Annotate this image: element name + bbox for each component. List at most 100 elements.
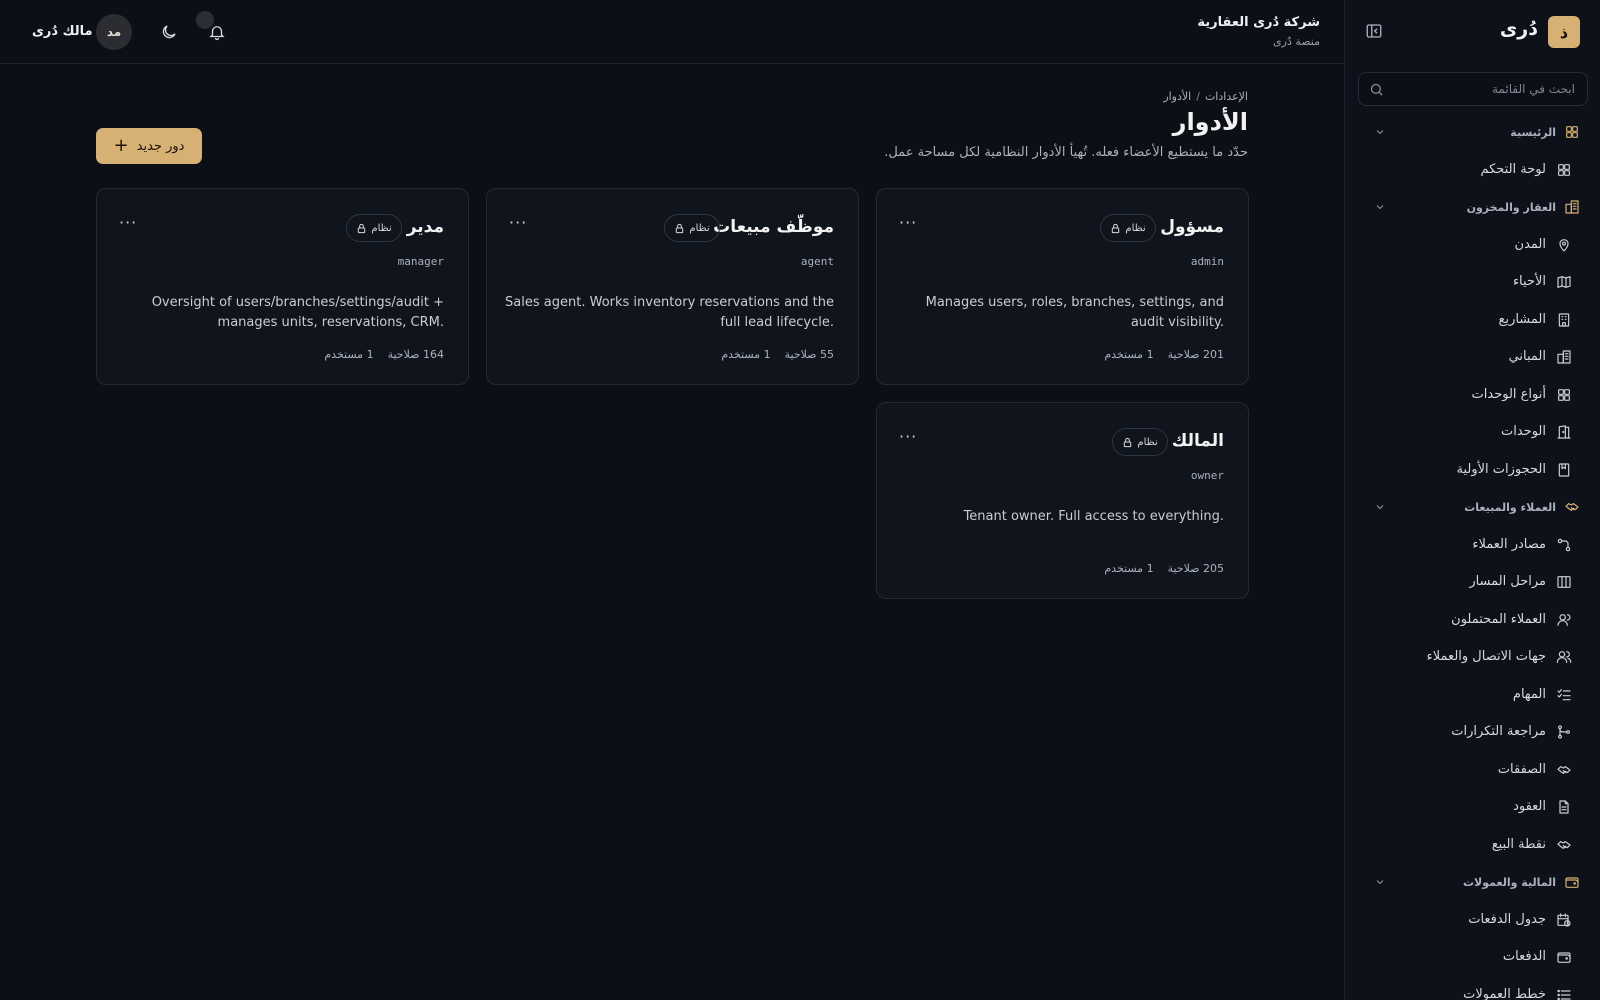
sidebar-item[interactable]: الدفعات (1344, 938, 1600, 976)
sidebar-collapse-icon[interactable] (1365, 22, 1383, 40)
role-permissions-count: 201 صلاحية (1167, 348, 1224, 361)
system-badge: نظام (664, 214, 720, 242)
merge-icon (1556, 724, 1572, 740)
role-users-count: 1 مستخدم (324, 348, 374, 361)
sidebar-section[interactable]: العقار والمخزون (1344, 188, 1600, 226)
theme-toggle-moon-icon[interactable] (160, 23, 178, 41)
sidebar-item[interactable]: العملاء المحتملون (1344, 601, 1600, 639)
wallet-icon (1556, 949, 1572, 965)
sidebar-item[interactable]: جدول الدفعات (1344, 901, 1600, 939)
sidebar-item[interactable]: مراجعة التكرارات (1344, 713, 1600, 751)
more-options-icon[interactable]: ··· (899, 213, 917, 232)
role-permissions-count: 55 صلاحية (784, 348, 834, 361)
search-icon (1369, 82, 1384, 97)
chevron-down-icon[interactable] (1374, 126, 1386, 138)
sidebar-item[interactable]: المدن (1344, 226, 1600, 264)
sidebar-item[interactable]: مراحل المسار (1344, 563, 1600, 601)
sidebar-section-label: العملاء والمبيعات (1464, 501, 1556, 514)
role-slug: agent (800, 255, 834, 268)
role-title: مدير (406, 217, 444, 237)
wallet-icon (1564, 874, 1580, 890)
role-card-agent[interactable]: موظّف مبيعات نظام ··· agent Sales agent.… (486, 188, 859, 385)
sidebar-search-input[interactable]: ابحث في القائمة (1358, 72, 1588, 106)
user-icon (1556, 612, 1572, 628)
page-subtitle: حدّد ما يستطيع الأعضاء فعله. تُهيأ الأدو… (884, 145, 1248, 160)
role-slug: manager (397, 255, 444, 268)
breadcrumb-roles: الأدوار (1163, 90, 1192, 103)
sidebar-item-label: المهام (1512, 686, 1546, 702)
buildings-icon (1564, 199, 1580, 215)
topbar: شركة دُرى العقارية منصة دُرى مالك دُرى م… (0, 0, 1344, 64)
tasks-icon (1556, 687, 1572, 703)
role-card-owner[interactable]: المالك نظام ··· owner Tenant owner. Full… (876, 402, 1249, 599)
calendar-clock-icon (1556, 912, 1572, 928)
chevron-down-icon[interactable] (1374, 201, 1386, 213)
system-badge-label: نظام (1125, 222, 1146, 234)
sidebar-item[interactable]: خطط العمولات (1344, 976, 1600, 1000)
door-icon (1556, 424, 1572, 440)
sidebar-item-label: جهات الاتصال والعملاء (1426, 649, 1546, 664)
sidebar-item[interactable]: الوحدات (1344, 413, 1600, 451)
role-stats: 164 صلاحية 1 مستخدم (310, 348, 444, 361)
sidebar-item-label: لوحة التحكم (1480, 161, 1546, 177)
more-options-icon[interactable]: ··· (899, 427, 917, 446)
sidebar-section[interactable]: الرئيسية (1344, 113, 1600, 151)
sidebar: ذ دُرى ابحث في القائمة الرئيسية لوحة التح… (1344, 0, 1600, 1000)
role-stats: 205 صلاحية 1 مستخدم (1090, 562, 1224, 575)
sidebar-section-label: العقار والمخزون (1466, 201, 1556, 214)
role-slug: owner (1190, 469, 1224, 482)
sidebar-item[interactable]: أنواع الوحدات (1344, 376, 1600, 414)
role-users-count: 1 مستخدم (721, 348, 771, 361)
sidebar-item[interactable]: الحجوزات الأولية (1344, 451, 1600, 489)
sidebar-item[interactable]: نقطة البيع (1344, 826, 1600, 864)
grid-icon (1556, 387, 1572, 403)
breadcrumb-settings[interactable]: الإعدادات (1205, 90, 1248, 103)
role-card-manager[interactable]: مدير نظام ··· manager Oversight of users… (96, 188, 469, 385)
kanban-icon (1556, 574, 1572, 590)
sidebar-item[interactable]: جهات الاتصال والعملاء (1344, 638, 1600, 676)
avatar[interactable]: مد (96, 14, 132, 50)
sidebar-item-label: مراحل المسار (1469, 574, 1546, 589)
sidebar-item[interactable]: الأحياء (1344, 263, 1600, 301)
more-options-icon[interactable]: ··· (119, 213, 137, 232)
sidebar-item-label: خطط العمولات (1463, 986, 1546, 1000)
sidebar-item[interactable]: الصفقات (1344, 751, 1600, 789)
page-title: الأدوار (1172, 108, 1248, 136)
sidebar-item[interactable]: المشاريع (1344, 301, 1600, 339)
new-role-button[interactable]: + دور جديد (96, 128, 202, 164)
sidebar-item-label: مصادر العملاء (1472, 536, 1546, 552)
role-description: Manages users, roles, branches, settings… (925, 295, 1224, 330)
users-icon (1556, 649, 1572, 665)
sidebar-item[interactable]: المهام (1344, 676, 1600, 714)
role-description: Oversight of users/branches/settings/aud… (151, 295, 444, 330)
map-pin-icon (1556, 237, 1572, 253)
handshake-icon (1556, 762, 1572, 778)
sidebar-item-label: العقود (1513, 799, 1546, 814)
breadcrumb-separator: / (1196, 90, 1200, 103)
sidebar-item-label: الأحياء (1512, 274, 1546, 289)
system-badge: نظام (1100, 214, 1156, 242)
chevron-down-icon[interactable] (1374, 876, 1386, 888)
role-card-admin[interactable]: مسؤول نظام ··· admin Manages users, role… (876, 188, 1249, 385)
role-users-count: 1 مستخدم (1104, 348, 1154, 361)
sidebar-item-label: الوحدات (1501, 424, 1546, 439)
lock-icon (356, 223, 367, 234)
system-badge-label: نظام (371, 222, 392, 234)
chevron-down-icon[interactable] (1374, 501, 1386, 513)
sidebar-section[interactable]: المالية والعمولات (1344, 863, 1600, 901)
sidebar-item[interactable]: لوحة التحكم (1344, 151, 1600, 189)
sidebar-section[interactable]: العملاء والمبيعات (1344, 488, 1600, 526)
sidebar-item-label: المشاريع (1498, 311, 1546, 327)
sidebar-item[interactable]: مصادر العملاء (1344, 526, 1600, 564)
system-badge-label: نظام (1137, 436, 1158, 448)
bookmark-icon (1556, 462, 1572, 478)
user-name[interactable]: مالك دُرى (32, 24, 93, 39)
dashboard-icon (1564, 124, 1580, 140)
more-options-icon[interactable]: ··· (509, 213, 527, 232)
role-slug: admin (1190, 255, 1224, 268)
sidebar-item[interactable]: المباني (1344, 338, 1600, 376)
sidebar-item[interactable]: العقود (1344, 788, 1600, 826)
notifications-bell-icon[interactable] (208, 23, 226, 41)
sidebar-item-label: جدول الدفعات (1468, 911, 1546, 927)
sidebar-item-label: المباني (1508, 349, 1546, 364)
